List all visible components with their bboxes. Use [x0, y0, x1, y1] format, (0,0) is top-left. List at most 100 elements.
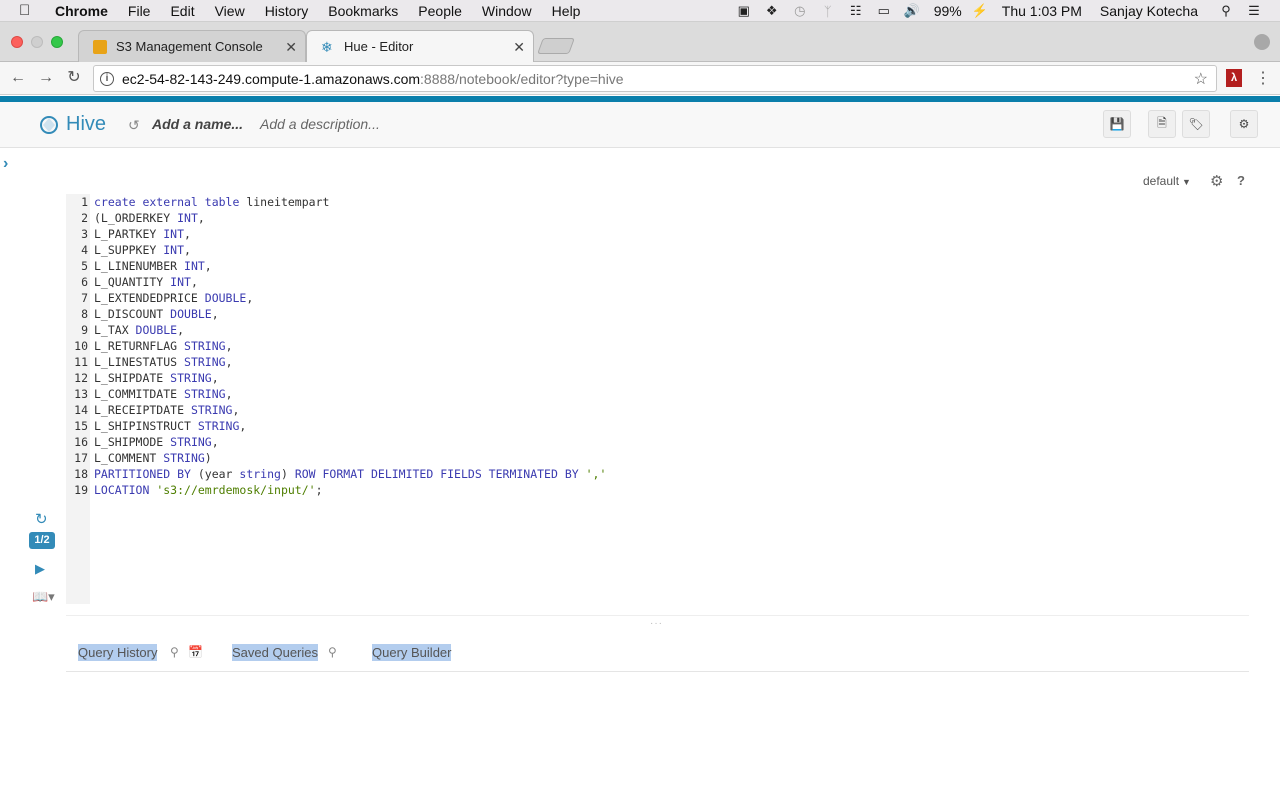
- tab-query-builder[interactable]: Query Builder: [372, 644, 452, 661]
- code-line[interactable]: 17 L_COMMENT STRING): [66, 450, 606, 466]
- menu-app-chrome[interactable]: Chrome: [55, 3, 108, 19]
- code-line[interactable]: 10 L_RETURNFLAG STRING,: [66, 338, 606, 354]
- code-token: L_QUANTITY: [94, 275, 171, 289]
- window-close-button[interactable]: [11, 36, 23, 48]
- editor-resize-divider[interactable]: [66, 615, 1249, 616]
- code-line[interactable]: 11 L_LINESTATUS STRING,: [66, 354, 606, 370]
- menu-window[interactable]: Window: [482, 3, 532, 19]
- window-minimize-button[interactable]: [31, 36, 43, 48]
- clear-calendar-icon[interactable]: 📅: [188, 645, 203, 659]
- wifi-icon[interactable]: ☷: [842, 3, 870, 19]
- tags-button[interactable]: 🏷: [1182, 110, 1210, 138]
- line-number: 10: [74, 339, 88, 353]
- tab-s3-console[interactable]: S3 Management Console ✕: [78, 30, 306, 62]
- search-icon[interactable]: ⚲: [328, 645, 337, 659]
- code-token: INT: [170, 275, 191, 289]
- reload-icon[interactable]: ↻: [63, 67, 85, 89]
- clock[interactable]: Thu 1:03 PM: [1002, 3, 1082, 19]
- window-zoom-button[interactable]: [51, 36, 63, 48]
- execute-play-icon[interactable]: ▶: [35, 561, 45, 577]
- time-machine-icon[interactable]: ◷: [786, 3, 814, 19]
- code-token: ,: [239, 419, 247, 433]
- code-line[interactable]: 7 L_EXTENDEDPRICE DOUBLE,: [66, 290, 606, 306]
- code-line[interactable]: 6 L_QUANTITY INT,: [66, 274, 606, 290]
- menu-bookmarks[interactable]: Bookmarks: [328, 3, 398, 19]
- history-icon[interactable]: ↺: [128, 117, 140, 134]
- code-line[interactable]: 13 L_COMMITDATE STRING,: [66, 386, 606, 402]
- line-number: 3: [81, 227, 88, 241]
- menu-help[interactable]: Help: [552, 3, 581, 19]
- search-icon[interactable]: ⚲: [170, 645, 179, 659]
- address-bar[interactable]: i ec2-54-82-143-249.compute-1.amazonaws.…: [93, 65, 1217, 92]
- sql-editor[interactable]: 1 create external table lineitempart 2 (L_O…: [66, 194, 606, 498]
- bookmark-star-icon[interactable]: ☆: [1194, 69, 1208, 89]
- url-path: :8888/notebook/editor?type=hive: [420, 70, 624, 87]
- browser-toolbar: ← → ↻ i ec2-54-82-143-249.compute-1.amaz…: [0, 62, 1280, 95]
- profile-icon[interactable]: [1254, 34, 1270, 50]
- menu-people[interactable]: People: [418, 3, 462, 19]
- code-line[interactable]: 15 L_SHIPINSTRUCT STRING,: [66, 418, 606, 434]
- help-icon[interactable]: ?: [1237, 173, 1245, 188]
- tab-hue-editor[interactable]: ❄ Hue - Editor ✕: [306, 30, 534, 62]
- acrobat-extension-icon[interactable]: λ: [1226, 69, 1242, 87]
- code-line[interactable]: 2 (L_ORDERKEY INT,: [66, 210, 606, 226]
- session-settings-button[interactable]: ⚙: [1230, 110, 1258, 138]
- code-line[interactable]: 1 create external table lineitempart: [66, 194, 606, 210]
- battery-charging-icon[interactable]: ⚡: [966, 3, 994, 19]
- menu-view[interactable]: View: [215, 3, 245, 19]
- database-selector[interactable]: default ▼: [1143, 174, 1191, 188]
- code-line[interactable]: 4 L_SUPPKEY INT,: [66, 242, 606, 258]
- menu-history[interactable]: History: [265, 3, 309, 19]
- user-name[interactable]: Sanjay Kotecha: [1100, 3, 1198, 19]
- code-token: create external table: [94, 195, 240, 209]
- menu-edit[interactable]: Edit: [170, 3, 194, 19]
- new-document-button[interactable]: 🗎: [1148, 110, 1176, 138]
- forward-arrow-icon[interactable]: →: [35, 67, 57, 89]
- tab-saved-queries[interactable]: Saved Queries: [232, 644, 318, 661]
- apple-icon[interactable]: : [19, 2, 39, 19]
- facetime-camera-icon[interactable]: ▣: [730, 3, 758, 19]
- editor-settings-gear-icon[interactable]: ⚙: [1210, 172, 1223, 190]
- new-tab-button[interactable]: [537, 38, 575, 54]
- code-line[interactable]: 5 L_LINENUMBER INT,: [66, 258, 606, 274]
- code-line[interactable]: 16 L_SHIPMODE STRING,: [66, 434, 606, 450]
- query-description-input[interactable]: Add a description...: [260, 116, 380, 132]
- close-tab-icon[interactable]: ✕: [285, 39, 297, 56]
- code-line[interactable]: 9 L_TAX DOUBLE,: [66, 322, 606, 338]
- airplay-icon[interactable]: ▭: [870, 3, 898, 19]
- notification-center-icon[interactable]: ☰: [1240, 3, 1268, 19]
- editor-header: Hive ↺ Add a name... Add a description..…: [0, 102, 1280, 148]
- code-line[interactable]: 12 L_SHIPDATE STRING,: [66, 370, 606, 386]
- code-token: STRING: [184, 355, 226, 369]
- back-arrow-icon[interactable]: ←: [7, 67, 29, 89]
- save-button[interactable]: 💾: [1103, 110, 1131, 138]
- bottom-tabs: Query History ⚲ 📅 Saved Queries ⚲ Query …: [66, 640, 1249, 672]
- code-line[interactable]: 8 L_DISCOUNT DOUBLE,: [66, 306, 606, 322]
- tab-query-history[interactable]: Query History: [78, 644, 158, 661]
- dropbox-icon[interactable]: ❖: [758, 3, 786, 19]
- code-line[interactable]: 19 LOCATION 's3://emrdemosk/input/';: [66, 482, 606, 498]
- tags-icon: 🏷: [1188, 117, 1204, 131]
- editor-type-title: Hive: [66, 113, 107, 135]
- snippets-book-icon[interactable]: 📖▾: [32, 589, 55, 605]
- line-number: 18: [74, 467, 88, 481]
- code-line[interactable]: 14 L_RECEIPTDATE STRING,: [66, 402, 606, 418]
- code-token: STRING: [184, 339, 226, 353]
- tab-title: Hue - Editor: [344, 39, 414, 54]
- volume-icon[interactable]: 🔊: [898, 3, 926, 19]
- refresh-icon[interactable]: ↻: [35, 510, 48, 528]
- code-line[interactable]: 18 PARTITIONED BY (year string) ROW FORMA…: [66, 466, 606, 482]
- info-icon[interactable]: i: [100, 71, 114, 86]
- drag-handle-icon[interactable]: ···: [650, 618, 663, 629]
- spotlight-search-icon[interactable]: ⚲: [1212, 3, 1240, 19]
- code-token: ,: [184, 243, 191, 257]
- left-panel-toggle-chevron-icon[interactable]: ›: [3, 155, 8, 173]
- code-line[interactable]: 3 L_PARTKEY INT,: [66, 226, 606, 242]
- chrome-menu-icon[interactable]: ⋮: [1255, 68, 1271, 88]
- close-tab-icon[interactable]: ✕: [513, 39, 525, 56]
- menu-file[interactable]: File: [128, 3, 151, 19]
- query-name-input[interactable]: Add a name...: [152, 116, 243, 132]
- bluetooth-icon[interactable]: ᛉ: [814, 4, 842, 19]
- code-token: string: [239, 467, 281, 481]
- document-icon: 🗎: [1157, 115, 1167, 130]
